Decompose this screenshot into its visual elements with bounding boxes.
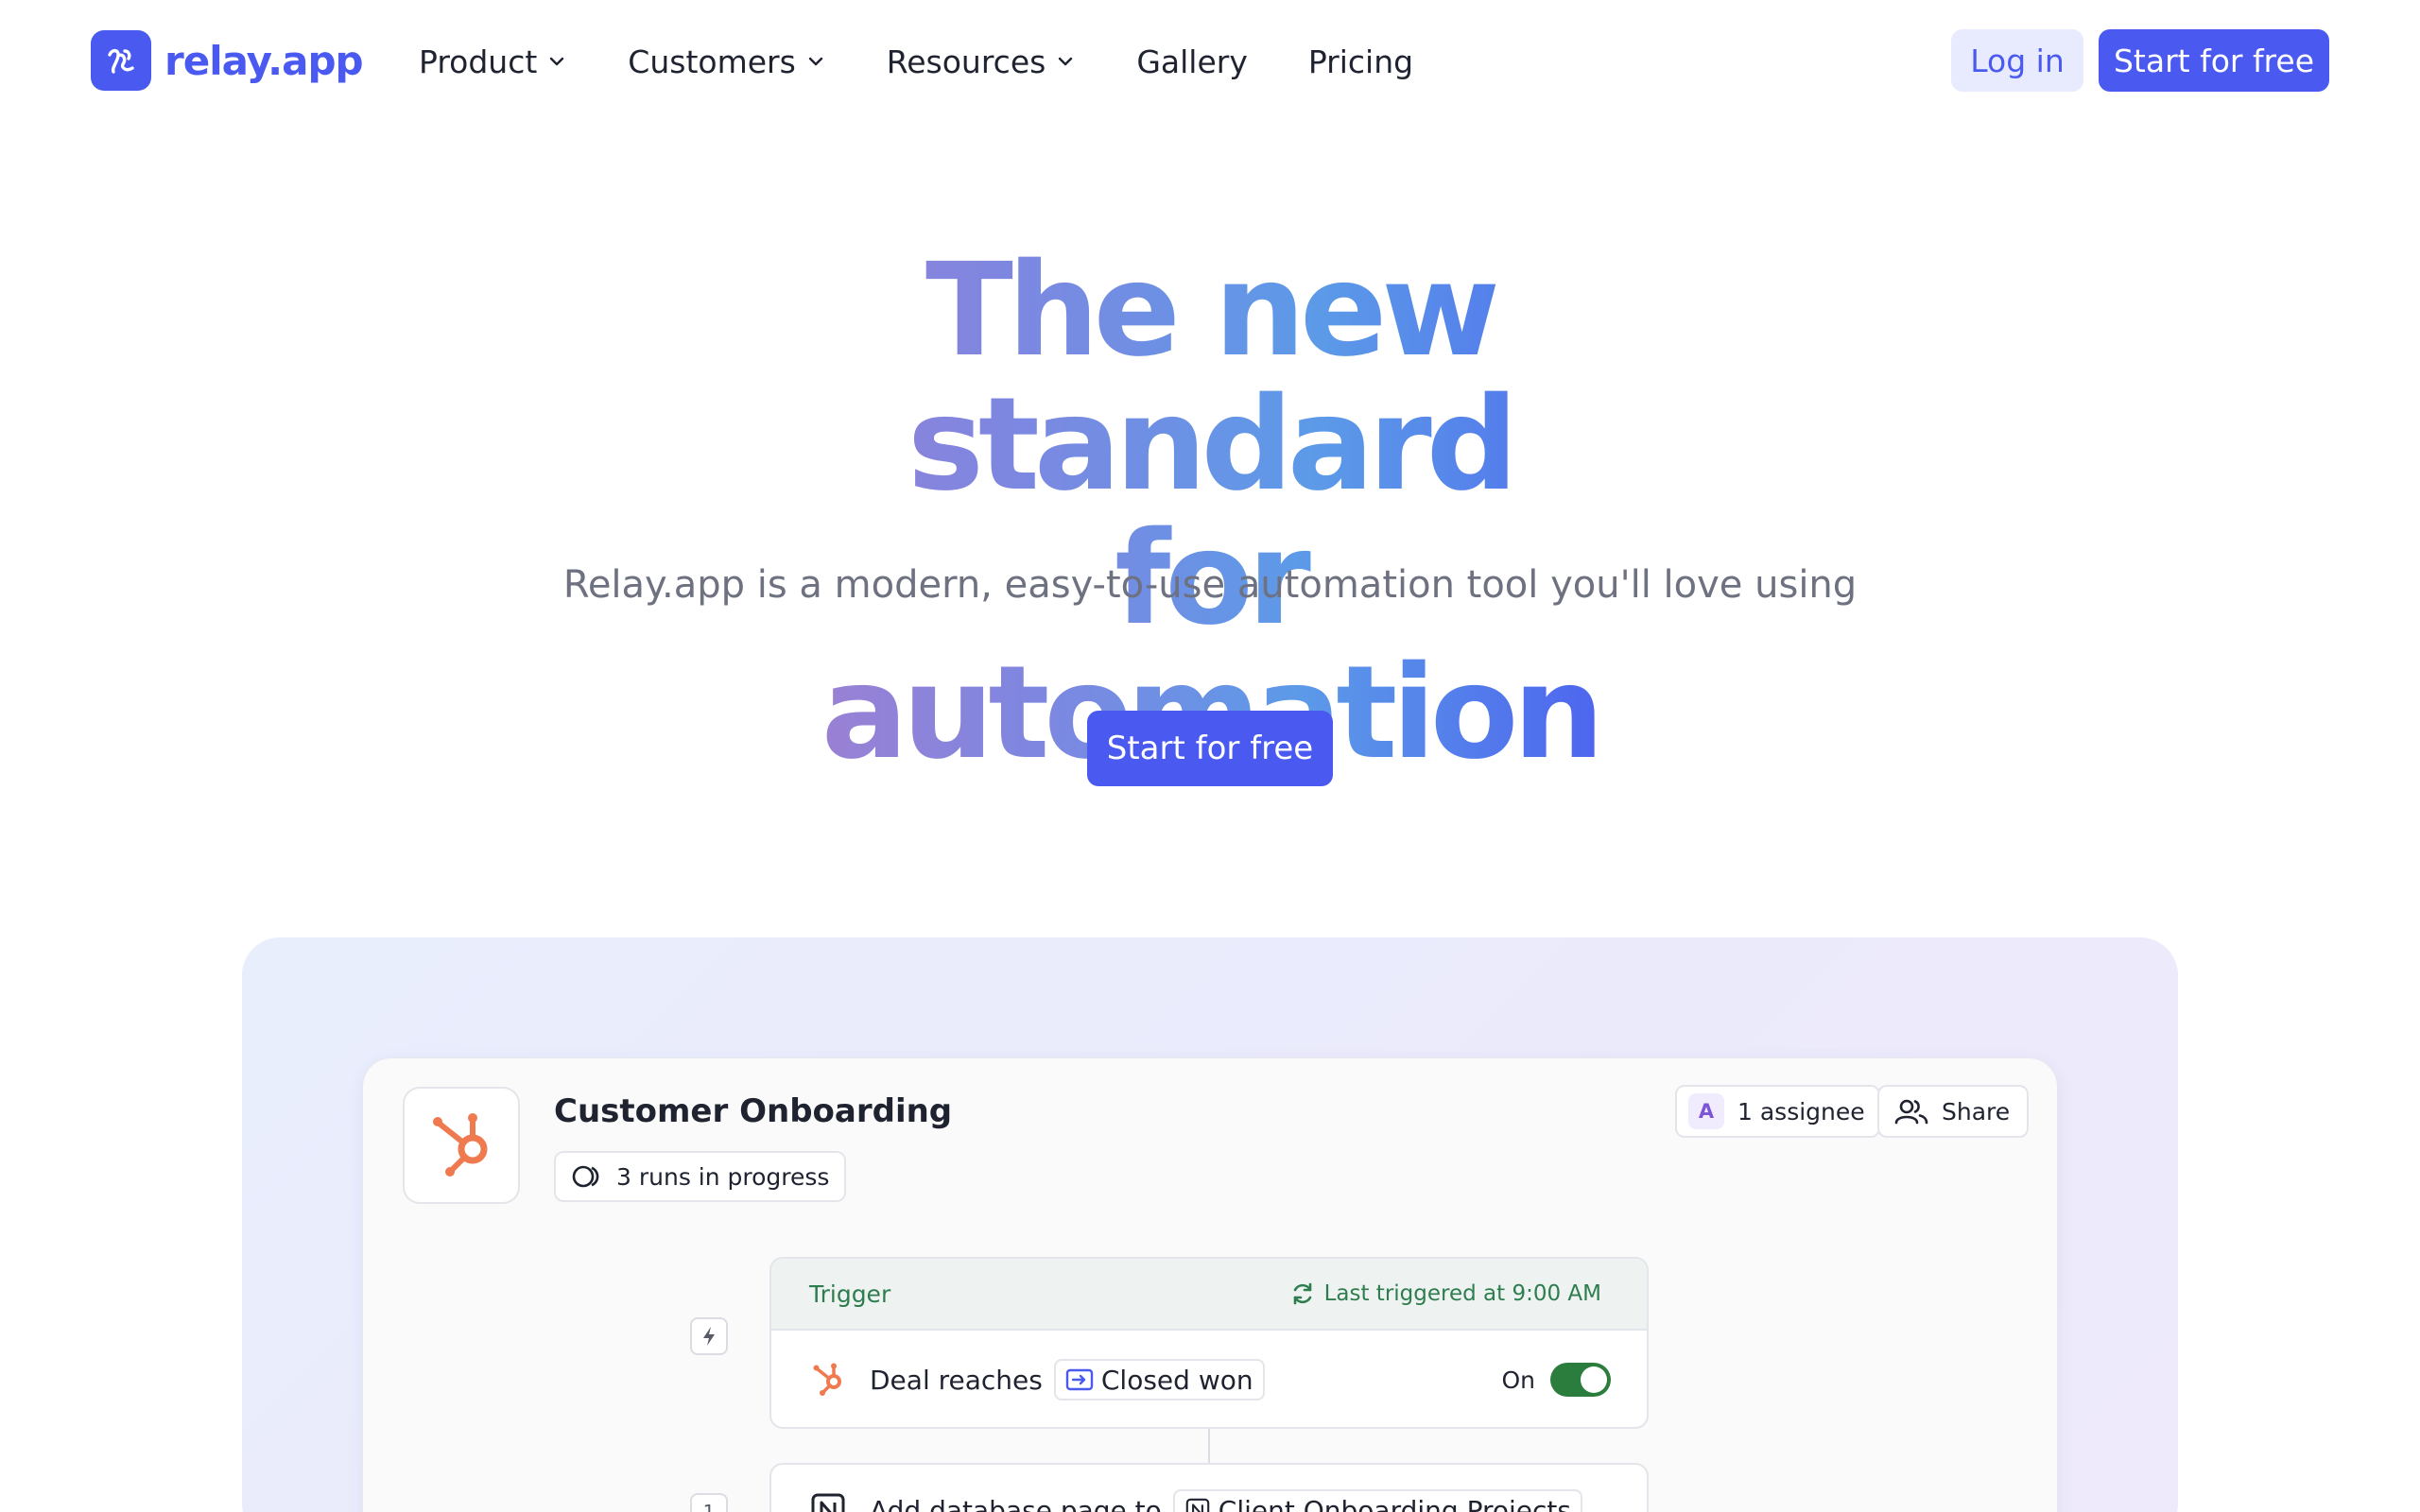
login-button[interactable]: Log in xyxy=(1951,29,2083,92)
assignee-avatar: A xyxy=(1688,1093,1724,1129)
notion-icon xyxy=(1185,1498,1210,1512)
action-step-1[interactable]: Add database page to Client Onboarding P… xyxy=(769,1463,1649,1512)
nav-item-label: Resources xyxy=(886,43,1046,80)
top-nav: relay.app Product Customers Resources Ga… xyxy=(0,0,2420,123)
trigger-body: Deal reaches Closed won On xyxy=(771,1331,1647,1427)
nav-item-resources[interactable]: Resources xyxy=(887,43,1077,80)
trigger-description: Deal reaches xyxy=(870,1364,1043,1396)
relay-logo-icon xyxy=(91,30,151,91)
last-triggered-status: Last triggered at 9:00 AM xyxy=(1290,1281,1601,1306)
brand-logo[interactable]: relay.app xyxy=(91,30,364,91)
nav-item-label: Product xyxy=(419,43,538,80)
hubspot-icon xyxy=(403,1087,520,1204)
stage-enter-icon xyxy=(1065,1368,1094,1391)
assignee-label: 1 assignee xyxy=(1737,1097,1865,1125)
deal-stage-value: Closed won xyxy=(1100,1364,1253,1396)
trigger-step-marker xyxy=(690,1317,728,1355)
runs-in-progress-chip[interactable]: 3 runs in progress xyxy=(554,1151,847,1202)
nav-item-label: Gallery xyxy=(1136,43,1248,80)
nav-item-customers[interactable]: Customers xyxy=(628,43,826,80)
refresh-icon xyxy=(1293,1282,1311,1305)
chevron-down-icon xyxy=(1059,57,1073,66)
workflow-on-toggle[interactable] xyxy=(1550,1363,1611,1397)
hero-title-line-1: The new standard xyxy=(666,244,1754,512)
users-icon xyxy=(1894,1099,1928,1125)
runs-progress-icon xyxy=(572,1165,599,1188)
nav-item-gallery[interactable]: Gallery xyxy=(1136,43,1248,80)
share-button[interactable]: Share xyxy=(1877,1085,2030,1138)
start-for-free-nav-button[interactable]: Start for free xyxy=(2099,29,2329,92)
lightning-icon xyxy=(703,1327,715,1346)
runs-in-progress-label: 3 runs in progress xyxy=(616,1162,830,1191)
nav-item-label: Pricing xyxy=(1307,43,1414,80)
deal-stage-chip[interactable]: Closed won xyxy=(1053,1359,1265,1400)
workflow-title: Customer Onboarding xyxy=(554,1092,953,1130)
database-name: Client Onboarding Projects xyxy=(1218,1494,1571,1512)
chevron-down-icon xyxy=(550,57,564,66)
trigger-label: Trigger xyxy=(809,1280,891,1308)
toggle-state-label: On xyxy=(1501,1366,1535,1394)
trigger-header: Trigger Last triggered at 9:00 AM xyxy=(771,1259,1647,1331)
nav-item-pricing[interactable]: Pricing xyxy=(1308,43,1413,80)
chevron-down-icon xyxy=(808,57,822,66)
action-description: Add database page to xyxy=(870,1494,1162,1512)
step-connector xyxy=(1208,1429,1210,1463)
share-label: Share xyxy=(1942,1097,2011,1125)
toggle-knob xyxy=(1581,1366,1607,1393)
hero-title: The new standard for automation xyxy=(0,244,2420,781)
nav-item-product[interactable]: Product xyxy=(419,43,567,80)
nav-item-label: Customers xyxy=(628,43,796,80)
hero-subtitle: Relay.app is a modern, easy-to-use autom… xyxy=(562,563,1858,607)
main-menu: Product Customers Resources Gallery Pric… xyxy=(419,38,1474,85)
hubspot-icon xyxy=(813,1363,841,1396)
step-number-1: 1 xyxy=(690,1493,728,1512)
start-for-free-hero-button[interactable]: Start for free xyxy=(1087,711,1333,786)
brand-name: relay.app xyxy=(164,37,364,84)
assignee-button[interactable]: A 1 assignee xyxy=(1675,1085,1880,1138)
last-triggered-label: Last triggered at 9:00 AM xyxy=(1323,1281,1601,1306)
notion-icon xyxy=(811,1493,845,1512)
database-chip[interactable]: Client Onboarding Projects xyxy=(1172,1489,1582,1512)
action-body: Add database page to Client Onboarding P… xyxy=(771,1465,1647,1512)
workflow-card: Customer Onboarding 3 runs in progress A… xyxy=(363,1058,2057,1512)
trigger-step[interactable]: Trigger Last triggered at 9:00 AM Deal r… xyxy=(769,1257,1649,1429)
